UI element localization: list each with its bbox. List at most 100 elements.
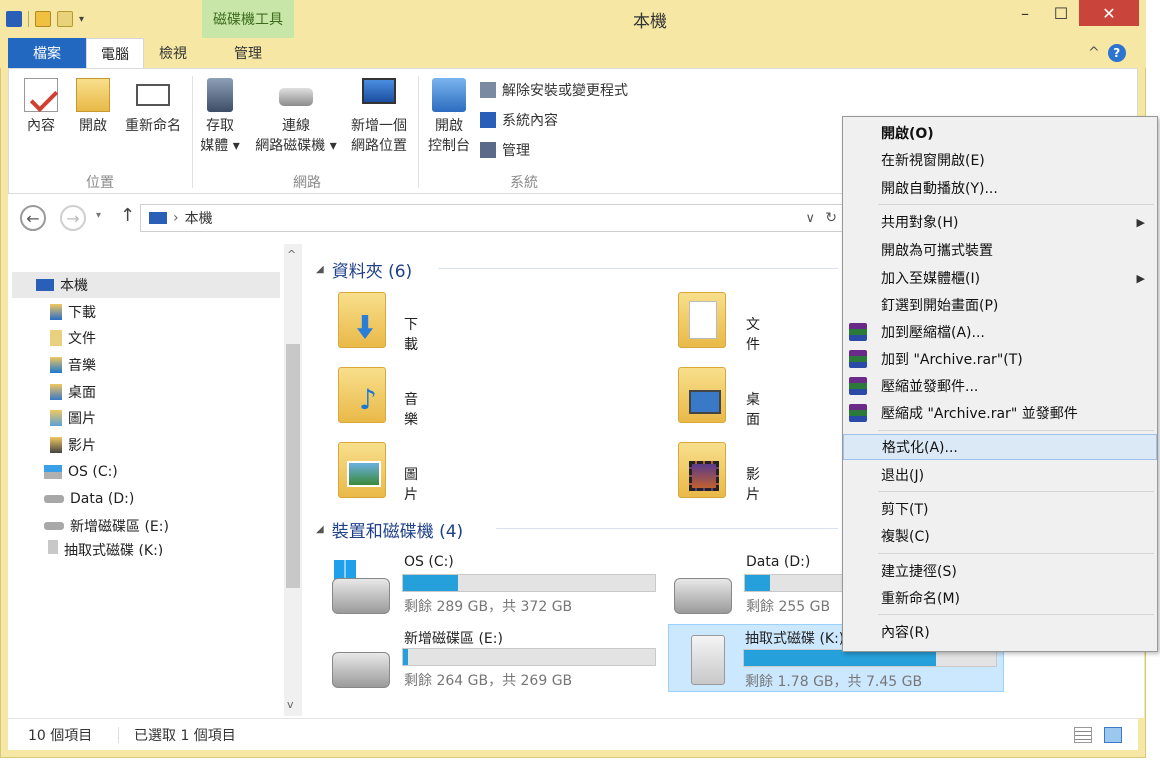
nav-item-removable-k[interactable]: 抽取式磁碟 (K:) <box>48 540 163 556</box>
drive-usage-fill <box>745 575 771 591</box>
menu-item-open[interactable]: 開啟(O) <box>843 120 1157 146</box>
hard-drive-icon <box>332 578 390 614</box>
scroll-up-arrow-icon[interactable]: ^ <box>287 248 296 261</box>
folders-section-header[interactable]: ◢ 資料夾 (6) <box>316 257 412 282</box>
open-button[interactable]: 開啟 <box>72 78 114 136</box>
folder-music[interactable]: ♪ 音樂 <box>338 367 418 428</box>
folder-pictures[interactable]: 圖片 <box>338 442 418 503</box>
nav-item-music[interactable]: 音樂 <box>50 352 96 378</box>
nav-item-pictures[interactable]: 圖片 <box>50 405 96 431</box>
large-icons-view-icon[interactable] <box>1104 727 1122 743</box>
properties-button[interactable]: 內容 <box>20 78 62 136</box>
menu-item-label: 在新視窗開啟(E) <box>881 153 985 169</box>
drive-free-space: 剩餘 1.78 GB，共 7.45 GB <box>745 674 923 690</box>
nav-scrollbar-thumb[interactable] <box>286 344 300 588</box>
close-button[interactable]: ✕ <box>1079 0 1139 26</box>
forward-button[interactable]: → <box>60 205 86 231</box>
minimize-button[interactable]: – <box>1005 0 1045 26</box>
drive-free-space: 剩餘 255 GB <box>746 599 831 614</box>
menu-item-add-to-archive-rar[interactable]: 加到 "Archive.rar"(T) <box>843 346 1157 372</box>
drive-data-d[interactable]: Data (D:) 剩餘 255 GB <box>672 554 842 614</box>
properties-icon[interactable] <box>35 11 51 27</box>
menu-item-share-with[interactable]: 共用對象(H) ▶ <box>843 209 1157 235</box>
nav-item-volume-e[interactable]: 新增磁碟區 (E:) <box>44 513 169 539</box>
rename-button[interactable]: 重新命名 <box>120 78 186 136</box>
menu-item-label: 壓縮並發郵件... <box>881 379 979 395</box>
pictures-folder-icon <box>338 442 386 498</box>
menu-item-create-shortcut[interactable]: 建立捷徑(S) <box>843 558 1157 584</box>
folder-downloads[interactable]: 下載 <box>338 292 418 353</box>
tab-view[interactable]: 檢視 <box>144 38 202 68</box>
drive-os-c[interactable]: OS (C:) 剩餘 289 GB，共 372 GB <box>332 554 662 615</box>
drives-section-header[interactable]: ◢ 裝置和磁碟機 (4) <box>316 517 463 542</box>
recent-locations-dropdown[interactable]: ▾ <box>96 210 101 221</box>
nav-item-downloads[interactable]: 下載 <box>50 299 96 325</box>
manage-button[interactable]: 管理 <box>480 139 628 161</box>
nav-item-os-c[interactable]: OS (C:) <box>44 459 118 485</box>
nav-item-data-d[interactable]: Data (D:) <box>44 486 134 512</box>
drive-name: 新增磁碟區 (E:) <box>404 631 503 647</box>
folder-videos[interactable]: 影片 <box>678 442 760 503</box>
up-button[interactable]: ↑ <box>120 205 135 226</box>
menu-item-cut[interactable]: 剪下(T) <box>843 496 1157 522</box>
menu-item-open-portable[interactable]: 開啟為可攜式裝置 <box>843 237 1157 263</box>
folder-name: 下載 <box>404 317 418 353</box>
hard-drive-icon <box>44 522 64 530</box>
computer-icon[interactable] <box>6 11 22 27</box>
menu-item-compress-and-email[interactable]: 壓縮並發郵件... <box>843 373 1157 399</box>
control-panel-button[interactable]: 開啟 控制台 <box>424 78 474 156</box>
media-server-icon <box>207 78 233 112</box>
tab-manage[interactable]: 管理 <box>202 38 294 68</box>
map-network-drive-button[interactable]: 連線 網路磁碟機 ▾ <box>250 78 342 156</box>
folder-documents[interactable]: 文件 <box>678 292 760 353</box>
menu-item-open-new-window[interactable]: 在新視窗開啟(E) <box>843 147 1157 173</box>
new-folder-icon[interactable] <box>57 11 73 27</box>
drive-volume-e[interactable]: 新增磁碟區 (E:) 剩餘 264 GB，共 269 GB <box>332 628 662 689</box>
menu-item-autoplay[interactable]: 開啟自動播放(Y)... <box>843 175 1157 201</box>
add-network-location-button[interactable]: 新增一個 網路位置 <box>344 78 414 156</box>
maximize-button[interactable]: ☐ <box>1045 0 1077 26</box>
nav-item-desktop[interactable]: 桌面 <box>50 379 96 405</box>
breadcrumb-this-pc[interactable]: 本機 <box>185 208 213 228</box>
item-count: 10 個項目 <box>28 728 93 744</box>
collapse-ribbon-icon[interactable]: ^ <box>1088 45 1100 61</box>
nav-item-videos[interactable]: 影片 <box>50 432 96 458</box>
menu-item-add-to-archive[interactable]: 加到壓縮檔(A)... <box>843 319 1157 345</box>
menu-item-eject[interactable]: 退出(J) <box>843 462 1157 488</box>
menu-item-format[interactable]: 格式化(A)... <box>843 434 1157 460</box>
refresh-button[interactable]: ↻ <box>825 210 837 226</box>
scroll-down-arrow-icon[interactable]: v <box>287 698 294 711</box>
pictures-folder-icon <box>50 410 62 426</box>
system-properties-label: 系統內容 <box>502 113 558 129</box>
menu-item-properties[interactable]: 內容(R) <box>843 619 1157 645</box>
help-icon[interactable]: ? <box>1107 44 1126 62</box>
menu-item-copy[interactable]: 複製(C) <box>843 523 1157 549</box>
back-button[interactable]: ← <box>20 205 46 231</box>
nav-label: 新增磁碟區 (E:) <box>70 519 169 535</box>
menu-item-rename[interactable]: 重新命名(M) <box>843 585 1157 611</box>
tab-file[interactable]: 檔案 <box>8 38 86 68</box>
drive-usage-fill <box>403 575 459 591</box>
system-properties-button[interactable]: 系統內容 <box>480 109 628 131</box>
menu-item-label: 開啟(O) <box>881 126 934 142</box>
address-dropdown-button[interactable]: ∨ <box>805 211 815 226</box>
address-bar[interactable]: › 本機 ∨ ↻ <box>140 204 850 232</box>
uninstall-program-button[interactable]: 解除安裝或變更程式 <box>480 79 628 101</box>
details-view-icon[interactable] <box>1074 727 1092 743</box>
system-properties-icon <box>480 112 496 128</box>
menu-item-add-to-library[interactable]: 加入至媒體櫃(I) ▶ <box>843 265 1157 291</box>
menu-item-compress-rar-and-email[interactable]: 壓縮成 "Archive.rar" 並發郵件 <box>843 400 1157 426</box>
open-label: 開啟 <box>79 118 107 134</box>
breadcrumb-separator[interactable]: › <box>173 210 179 226</box>
hard-drive-icon <box>674 578 732 614</box>
nav-item-documents[interactable]: 文件 <box>50 325 96 351</box>
properties-icon <box>24 78 59 113</box>
tab-computer[interactable]: 電腦 <box>86 38 144 68</box>
menu-item-pin-to-start[interactable]: 釘選到開始畫面(P) <box>843 292 1157 318</box>
menu-item-label: 加到壓縮檔(A)... <box>881 325 985 341</box>
back-arrow-icon: ← <box>26 208 40 228</box>
access-media-button[interactable]: 存取 媒體 ▾ <box>198 78 242 156</box>
folder-desktop[interactable]: 桌面 <box>678 367 760 428</box>
customize-qat-icon[interactable]: ▾ <box>79 14 84 25</box>
nav-item-this-pc[interactable]: 本機 <box>36 272 88 298</box>
